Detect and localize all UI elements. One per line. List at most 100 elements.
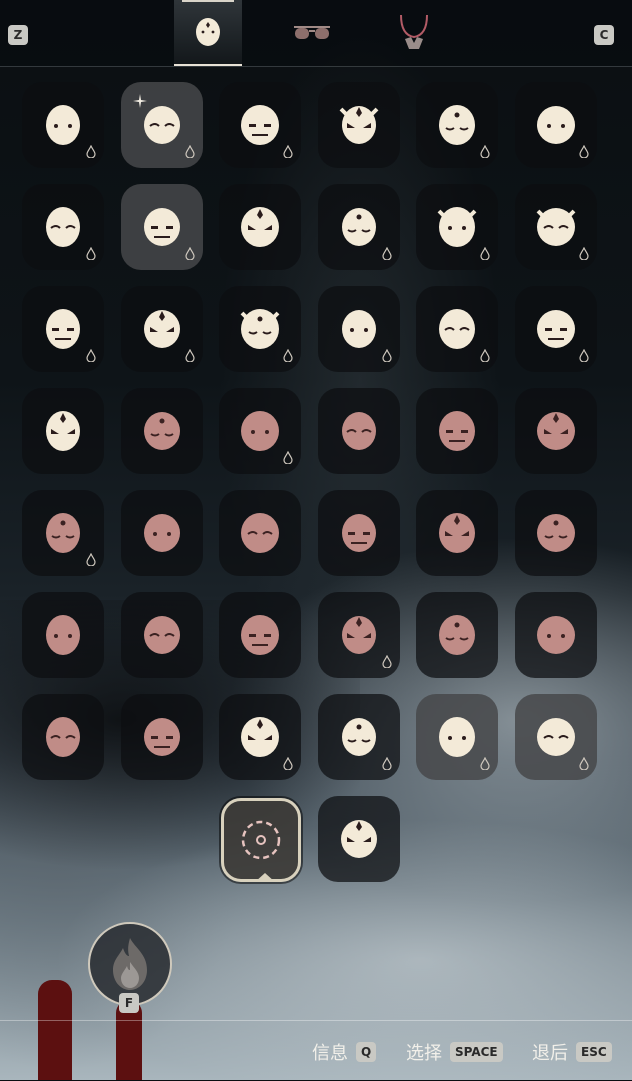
prev-tab-key[interactable]: Z bbox=[8, 25, 28, 45]
mask-slot[interactable] bbox=[219, 184, 301, 270]
mask-slot[interactable] bbox=[317, 82, 400, 168]
cosmetic-tab-bar: Z C bbox=[0, 0, 632, 67]
mask-slot[interactable] bbox=[120, 592, 203, 678]
mask-slot[interactable] bbox=[317, 184, 400, 270]
drop-icon bbox=[578, 349, 589, 362]
mask-slot[interactable] bbox=[221, 798, 301, 882]
mask-slot[interactable] bbox=[219, 694, 301, 780]
mask-slot[interactable] bbox=[120, 184, 203, 270]
drop-icon bbox=[86, 349, 96, 362]
mask-slot[interactable] bbox=[22, 490, 104, 576]
closed-eyes-mask-icon bbox=[46, 615, 80, 655]
stitched-face-mask-icon bbox=[241, 105, 279, 145]
drop-icon bbox=[86, 247, 96, 260]
swirl-cheek-mask-icon bbox=[143, 616, 180, 654]
mask-slot[interactable] bbox=[317, 694, 400, 780]
bandana-mask-icon bbox=[46, 207, 80, 247]
mask-slot[interactable] bbox=[120, 82, 203, 168]
mask-slot[interactable] bbox=[317, 592, 400, 678]
spiky-mask-icon bbox=[341, 412, 376, 450]
horned-grin-mask-icon bbox=[240, 309, 280, 349]
bull-mask-icon bbox=[341, 718, 376, 756]
sunglasses-icon bbox=[294, 26, 330, 39]
drop-icon bbox=[480, 145, 490, 158]
sad-lines-mask-icon bbox=[241, 615, 279, 655]
mask-slot[interactable] bbox=[219, 286, 301, 372]
drop-icon bbox=[381, 349, 392, 362]
mask-slot[interactable] bbox=[514, 388, 597, 474]
drop-icon bbox=[578, 757, 589, 770]
mask-slot[interactable] bbox=[514, 286, 597, 372]
triangle-face-mask-icon bbox=[439, 309, 475, 349]
mask-slot[interactable] bbox=[416, 592, 498, 678]
select-action[interactable]: 选择 SPACE bbox=[406, 1041, 503, 1064]
mask-slot[interactable] bbox=[317, 490, 400, 576]
fox-mask-icon bbox=[439, 105, 475, 145]
flame-mask-icon bbox=[439, 615, 475, 655]
heart-frog-mask-icon bbox=[46, 411, 80, 451]
mask-slot[interactable] bbox=[416, 694, 498, 780]
select-label: 选择 bbox=[406, 1043, 442, 1064]
mask-slot[interactable] bbox=[22, 388, 104, 474]
back-key: ESC bbox=[576, 1042, 612, 1062]
mask-slot[interactable] bbox=[22, 694, 104, 780]
drop-icon bbox=[283, 451, 293, 464]
mask-slot[interactable] bbox=[416, 82, 498, 168]
bat-mask-icon bbox=[536, 106, 575, 144]
mask-slot[interactable] bbox=[219, 82, 301, 168]
drop-icon bbox=[283, 145, 293, 158]
mask-slot[interactable] bbox=[514, 694, 597, 780]
mask-slot[interactable] bbox=[22, 592, 104, 678]
drop-icon bbox=[480, 757, 490, 770]
dots-mask-icon bbox=[536, 412, 575, 450]
mask-slot[interactable] bbox=[22, 184, 104, 270]
mask-slot[interactable] bbox=[416, 490, 498, 576]
dragon-mask-icon bbox=[341, 208, 376, 246]
mask-slot[interactable] bbox=[317, 796, 400, 882]
mask-slot[interactable] bbox=[416, 286, 498, 372]
mask-slot[interactable] bbox=[416, 184, 498, 270]
mask-slot[interactable] bbox=[22, 286, 104, 372]
mask-slot[interactable] bbox=[416, 388, 498, 474]
rose-mask-icon bbox=[536, 718, 575, 756]
tiger-mask-icon bbox=[439, 717, 475, 757]
mask-slot[interactable] bbox=[120, 490, 203, 576]
mask-slot[interactable] bbox=[219, 388, 301, 474]
drop-icon bbox=[381, 247, 392, 260]
mask-slot[interactable] bbox=[120, 286, 203, 372]
drop-icon bbox=[184, 247, 195, 260]
drop-icon bbox=[283, 349, 293, 362]
mask-slot[interactable] bbox=[219, 490, 301, 576]
empty-slot-mask-icon bbox=[241, 820, 281, 860]
lion-dance-mask-icon bbox=[536, 208, 575, 246]
mask-slot[interactable] bbox=[120, 694, 203, 780]
info-action[interactable]: 信息 Q bbox=[312, 1041, 377, 1064]
info-key: Q bbox=[356, 1042, 377, 1062]
mask-slot[interactable] bbox=[317, 286, 400, 372]
drop-icon bbox=[578, 247, 589, 260]
wolf-mask-icon bbox=[340, 820, 377, 858]
mask-slot[interactable] bbox=[219, 592, 301, 678]
plain-face-mask-icon bbox=[341, 310, 376, 348]
marked-face-mask-icon bbox=[143, 310, 180, 348]
mask-slot[interactable] bbox=[22, 82, 104, 168]
scarf-mask-icon bbox=[143, 208, 180, 246]
mask-slot[interactable] bbox=[120, 388, 203, 474]
drop-icon bbox=[184, 145, 195, 158]
flame-icon bbox=[113, 938, 147, 990]
mask-slot[interactable] bbox=[317, 388, 400, 474]
drop-icon bbox=[578, 145, 589, 158]
mask-slot[interactable] bbox=[514, 490, 597, 576]
tab-necklace[interactable] bbox=[380, 0, 448, 66]
next-tab-key[interactable]: C bbox=[594, 25, 614, 45]
selection-pointer bbox=[255, 873, 275, 882]
mask-slot[interactable] bbox=[514, 82, 597, 168]
tab-masks[interactable] bbox=[174, 0, 242, 66]
tab-glasses[interactable] bbox=[278, 0, 346, 66]
tear-lines-mask-icon bbox=[536, 514, 575, 552]
dark-eyes-mask-icon bbox=[46, 717, 80, 757]
back-action[interactable]: 退后 ESC bbox=[532, 1041, 612, 1064]
mask-slot[interactable] bbox=[514, 592, 597, 678]
horned-owl-mask-icon bbox=[46, 513, 80, 553]
mask-slot[interactable] bbox=[514, 184, 597, 270]
